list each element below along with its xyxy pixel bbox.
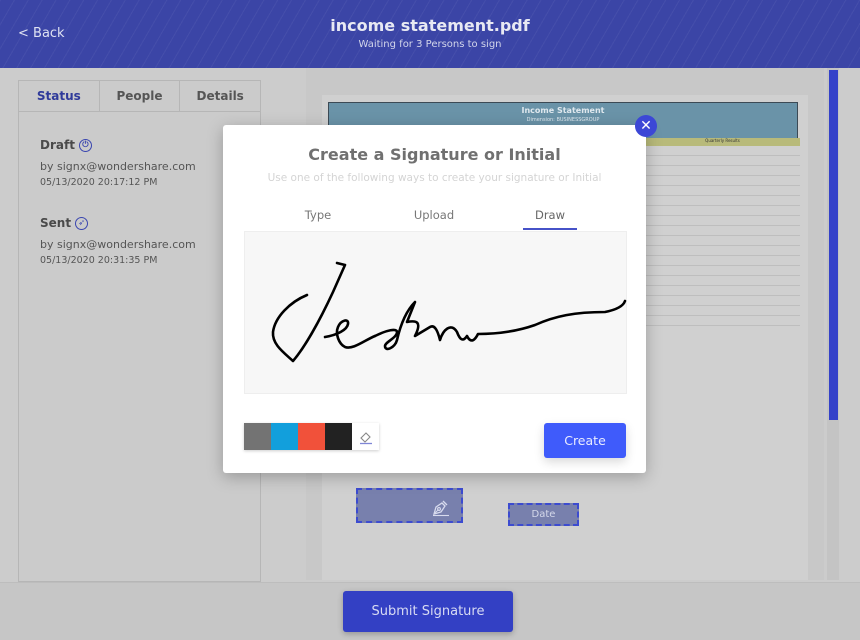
color-picker bbox=[244, 423, 379, 450]
scrollbar-thumb[interactable] bbox=[829, 70, 838, 420]
status-item-draft: Draft ⏻ by signx@wondershare.com 05/13/2… bbox=[40, 138, 196, 188]
table-row bbox=[645, 320, 800, 326]
table-row bbox=[645, 280, 800, 286]
table-row bbox=[645, 270, 800, 276]
document-subtitle: Waiting for 3 Persons to sign bbox=[358, 39, 502, 50]
active-tab-indicator bbox=[523, 228, 577, 230]
table-row bbox=[645, 170, 800, 176]
status-label: Sent bbox=[40, 216, 72, 230]
table-row bbox=[645, 250, 800, 256]
table-row bbox=[645, 220, 800, 226]
color-swatch-red[interactable] bbox=[298, 423, 325, 450]
table-row bbox=[645, 180, 800, 186]
date-field[interactable]: Date bbox=[508, 503, 579, 526]
tab-status[interactable]: Status bbox=[19, 81, 100, 111]
table-row bbox=[645, 190, 800, 196]
signature-field[interactable] bbox=[356, 488, 463, 523]
modal-subtitle: Use one of the following ways to create … bbox=[267, 172, 602, 184]
tab-upload[interactable]: Upload bbox=[404, 208, 464, 222]
modal-title: Create a Signature or Initial bbox=[308, 145, 561, 164]
paper-plane-icon: ➶ bbox=[75, 216, 89, 230]
color-swatch-blue[interactable] bbox=[271, 423, 298, 450]
document-table: Quarterly Results bbox=[645, 138, 800, 343]
tab-type[interactable]: Type bbox=[288, 208, 348, 222]
table-row bbox=[645, 230, 800, 236]
signature-modal: Create a Signature or Initial Use one of… bbox=[223, 125, 646, 473]
table-row bbox=[645, 310, 800, 316]
banner-title: Income Statement bbox=[521, 106, 605, 115]
table-row bbox=[645, 150, 800, 156]
tab-draw[interactable]: Draw bbox=[520, 208, 580, 222]
table-row bbox=[645, 240, 800, 246]
eraser-icon bbox=[359, 431, 372, 444]
pen-nib-icon bbox=[431, 497, 451, 521]
close-icon[interactable]: ✕ bbox=[635, 115, 657, 137]
table-row bbox=[645, 260, 800, 266]
top-header: < Back income statement.pdf Waiting for … bbox=[0, 0, 860, 68]
status-date: 05/13/2020 20:17:12 PM bbox=[40, 177, 158, 188]
table-row bbox=[645, 300, 800, 306]
tab-details[interactable]: Details bbox=[180, 81, 260, 111]
table-row bbox=[645, 160, 800, 166]
tab-people[interactable]: People bbox=[100, 81, 181, 111]
document-title: income statement.pdf bbox=[330, 16, 530, 35]
sidebar-tabs: Status People Details bbox=[19, 81, 260, 112]
color-swatch-gray[interactable] bbox=[244, 423, 271, 450]
status-author: by signx@wondershare.com bbox=[40, 160, 196, 173]
eraser-button[interactable] bbox=[352, 423, 379, 450]
table-row bbox=[645, 290, 800, 296]
status-item-sent: Sent ➶ by signx@wondershare.com 05/13/20… bbox=[40, 216, 196, 266]
table-row bbox=[645, 210, 800, 216]
status-date: 05/13/2020 20:31:35 PM bbox=[40, 255, 158, 266]
power-icon: ⏻ bbox=[78, 138, 92, 152]
banner-line: Dimension: BUSINESSGROUP bbox=[526, 117, 600, 123]
table-row bbox=[645, 200, 800, 206]
status-author: by signx@wondershare.com bbox=[40, 238, 196, 251]
signature-draw-canvas[interactable] bbox=[244, 231, 627, 394]
status-label: Draft bbox=[40, 138, 75, 152]
signature-drawing bbox=[271, 261, 627, 363]
color-swatch-black[interactable] bbox=[325, 423, 352, 450]
table-header: Quarterly Results bbox=[645, 138, 800, 146]
submit-signature-button[interactable]: Submit Signature bbox=[343, 591, 513, 632]
create-button[interactable]: Create bbox=[544, 423, 626, 458]
